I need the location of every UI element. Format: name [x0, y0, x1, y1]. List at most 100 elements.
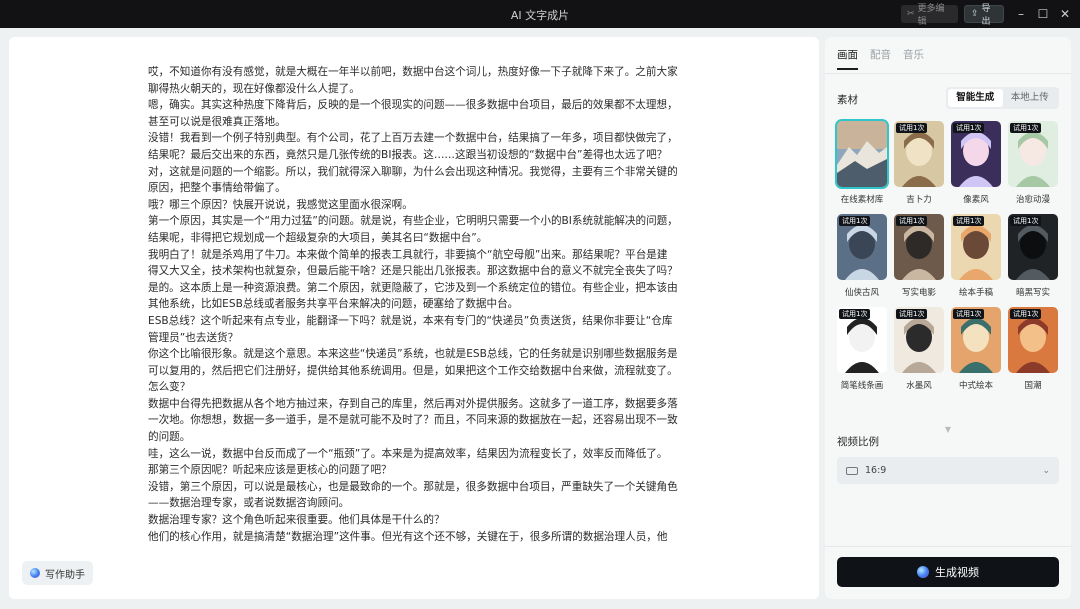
app-body: 哎，不知道你有没有感觉，就是大概在一年半以前吧，数据中台这个词儿，热度好像一下子… — [0, 28, 1080, 609]
style-card[interactable]: 试用1次像素风 — [951, 121, 1001, 214]
style-card[interactable]: 试用1次水墨风 — [894, 307, 944, 400]
trial-badge: 试用1次 — [1010, 216, 1042, 226]
style-thumbnail: 试用1次 — [837, 214, 887, 280]
style-thumbnail: 试用1次 — [951, 307, 1001, 373]
trial-badge: 试用1次 — [896, 216, 928, 226]
trial-badge: 试用1次 — [839, 309, 871, 319]
style-thumbnail: 试用1次 — [837, 307, 887, 373]
expand-more-icon[interactable]: ▼ — [943, 425, 953, 434]
style-caption: 仙侠古风 — [844, 288, 879, 298]
script-paragraph[interactable]: 哦？哪三个原因？快展开说说，我感觉这里面水很深啊。 — [148, 197, 678, 214]
script-paragraph[interactable]: 没错！我看到一个例子特别典型。有个公司，花了上百万去建一个数据中台，结果搞了一年… — [148, 130, 678, 163]
trial-badge: 试用1次 — [1010, 309, 1042, 319]
trial-badge: 试用1次 — [953, 123, 985, 133]
material-mode-switch: 智能生成 本地上传 — [946, 87, 1059, 109]
style-card[interactable]: 试用1次吉卜力 — [894, 121, 944, 214]
tab-picture[interactable]: 画面 — [837, 47, 858, 70]
scissors-icon: ✂ — [907, 9, 915, 19]
style-thumbnail: 试用1次 — [894, 307, 944, 373]
more-edit-label: 更多编辑 — [917, 4, 945, 27]
style-caption: 治愈动漫 — [1015, 195, 1050, 205]
style-card[interactable]: 试用1次暗黑写实 — [1008, 214, 1058, 307]
mode-local-upload[interactable]: 本地上传 — [1003, 89, 1058, 107]
script-paragraph[interactable]: 没错，第三个原因，可以说是最核心，也是最致命的一个。那就是，很多数据中台项目，严… — [148, 479, 678, 512]
style-illustration — [837, 121, 887, 187]
tab-music[interactable]: 音乐 — [903, 47, 924, 70]
style-card[interactable]: 在线素材库 — [835, 119, 889, 214]
style-card[interactable]: 试用1次简笔线条画 — [837, 307, 887, 400]
trial-badge: 试用1次 — [896, 123, 928, 133]
close-icon[interactable]: ✕ — [1057, 6, 1073, 22]
style-caption: 像素风 — [963, 195, 989, 205]
style-caption: 简笔线条画 — [840, 381, 884, 391]
style-card[interactable]: 试用1次国潮 — [1008, 307, 1058, 400]
writing-assistant-button[interactable]: 写作助手 — [22, 561, 93, 585]
style-caption: 中式绘本 — [958, 381, 993, 391]
script-paragraph[interactable]: ESB总线？这个听起来有点专业，能翻译一下吗？就是说，本来有专门的“快递员”负责… — [148, 313, 678, 346]
chevron-down-icon: ⌄ — [1042, 465, 1050, 476]
style-caption: 暗黑写实 — [1015, 288, 1050, 298]
title-bar: AI 文字成片 ✂ 更多编辑 ⇪ 导出 – ☐ ✕ — [0, 0, 1080, 28]
ratio-label: 视频比例 — [837, 436, 879, 448]
style-card[interactable]: 试用1次中式绘本 — [951, 307, 1001, 400]
style-card[interactable]: 试用1次绘本手稿 — [951, 214, 1001, 307]
script-paragraph[interactable]: 数据治理专家？这个角色听起来很重要。他们具体是干什么的？ — [148, 512, 678, 529]
style-caption: 在线素材库 — [840, 195, 884, 205]
generate-label: 生成视频 — [935, 566, 979, 579]
panel-tabs: 画面 配音 音乐 — [837, 47, 924, 70]
export-icon: ⇪ — [971, 9, 979, 19]
script-paragraph[interactable]: 你这个比喻很形象。就是这个意思。本来这些“快递员”系统，也就是ESB总线，它的任… — [148, 346, 678, 379]
trial-badge: 试用1次 — [953, 216, 985, 226]
more-edit-button[interactable]: ✂ 更多编辑 — [901, 4, 958, 27]
style-card[interactable]: 试用1次写实电影 — [894, 214, 944, 307]
style-caption: 水墨风 — [906, 381, 932, 391]
style-thumbnail: 试用1次 — [1008, 307, 1058, 373]
writing-assistant-label: 写作助手 — [45, 569, 85, 581]
style-thumbnail: 试用1次 — [1008, 214, 1058, 280]
style-grid: 在线素材库 试用1次 吉卜力 试用1次 像素风 试用1次 治愈动漫 试用1次 仙侠古风 … — [835, 119, 1061, 400]
style-card[interactable]: 试用1次仙侠古风 — [837, 214, 887, 307]
script-editor[interactable]: 哎，不知道你有没有感觉，就是大概在一年半以前吧，数据中台这个词儿，热度好像一下子… — [9, 37, 819, 599]
script-text[interactable]: 哎，不知道你有没有感觉，就是大概在一年半以前吧，数据中台这个词儿，热度好像一下子… — [148, 64, 678, 545]
export-button[interactable]: ⇪ 导出 — [964, 4, 1004, 27]
script-paragraph[interactable]: 哎，不知道你有没有感觉，就是大概在一年半以前吧，数据中台这个词儿，热度好像一下子… — [148, 64, 678, 97]
style-card[interactable]: 试用1次治愈动漫 — [1008, 121, 1058, 214]
style-caption: 写实电影 — [901, 288, 936, 298]
generate-video-button[interactable]: 生成视频 — [837, 557, 1059, 587]
style-thumbnail: 试用1次 — [1008, 121, 1058, 187]
trial-badge: 试用1次 — [839, 216, 871, 226]
style-caption: 吉卜力 — [906, 195, 932, 205]
script-paragraph[interactable]: 嗯，确实。其实这种热度下降背后，反映的是一个很现实的问题——很多数据中台项目，最… — [148, 97, 678, 130]
panel-divider — [825, 546, 1071, 547]
screen-ratio-icon — [846, 466, 858, 475]
tabs-divider — [825, 73, 1071, 74]
settings-panel: 画面 配音 音乐 素材 智能生成 本地上传 在线素材库 试用1次 吉卜力 试用1次 像素风… — [825, 37, 1071, 599]
maximize-icon[interactable]: ☐ — [1035, 6, 1051, 22]
script-paragraph[interactable]: 是的。这本质上是一种资源浪费。第二个原因，就更隐蔽了，它涉及到一个系统定位的错位… — [148, 280, 678, 313]
assistant-orb-icon — [30, 568, 40, 578]
trial-badge: 试用1次 — [896, 309, 928, 319]
style-thumbnail — [835, 119, 889, 189]
script-paragraph[interactable]: 数据中台得先把数据从各个地方抽过来，存到自己的库里，然后再对外提供服务。这就多了… — [148, 396, 678, 446]
material-label: 素材 — [837, 94, 858, 106]
tab-voice[interactable]: 配音 — [870, 47, 891, 70]
style-caption: 绘本手稿 — [958, 288, 993, 298]
minimize-icon[interactable]: – — [1013, 6, 1029, 22]
ratio-value: 16:9 — [865, 465, 887, 476]
style-caption: 国潮 — [1024, 381, 1042, 391]
trial-badge: 试用1次 — [953, 309, 985, 319]
mode-ai-generate[interactable]: 智能生成 — [948, 89, 1003, 107]
generate-orb-icon — [917, 566, 929, 578]
trial-badge: 试用1次 — [1010, 123, 1042, 133]
script-paragraph[interactable]: 对，这就是问题的一个缩影。所以，我们就得深入聊聊，为什么会出现这种情况。我觉得，… — [148, 164, 678, 197]
script-paragraph[interactable]: 我明白了！就是杀鸡用了牛刀。本来做个简单的报表工具就行，非要搞个“航空母舰”出来… — [148, 247, 678, 280]
bottom-fade — [9, 539, 819, 599]
script-paragraph[interactable]: 怎么变？ — [148, 379, 678, 396]
style-thumbnail: 试用1次 — [894, 121, 944, 187]
ratio-select[interactable]: 16:9 ⌄ — [837, 457, 1059, 484]
script-paragraph[interactable]: 哇，这么一说，数据中台反而成了一个“瓶颈”了。本来是为提高效率，结果因为流程变长… — [148, 446, 678, 479]
style-thumbnail: 试用1次 — [894, 214, 944, 280]
script-paragraph[interactable]: 第一个原因，其实是一个“用力过猛”的问题。就是说，有些企业，它明明只需要一个小的… — [148, 213, 678, 246]
export-label: 导出 — [981, 4, 991, 27]
style-thumbnail: 试用1次 — [951, 121, 1001, 187]
